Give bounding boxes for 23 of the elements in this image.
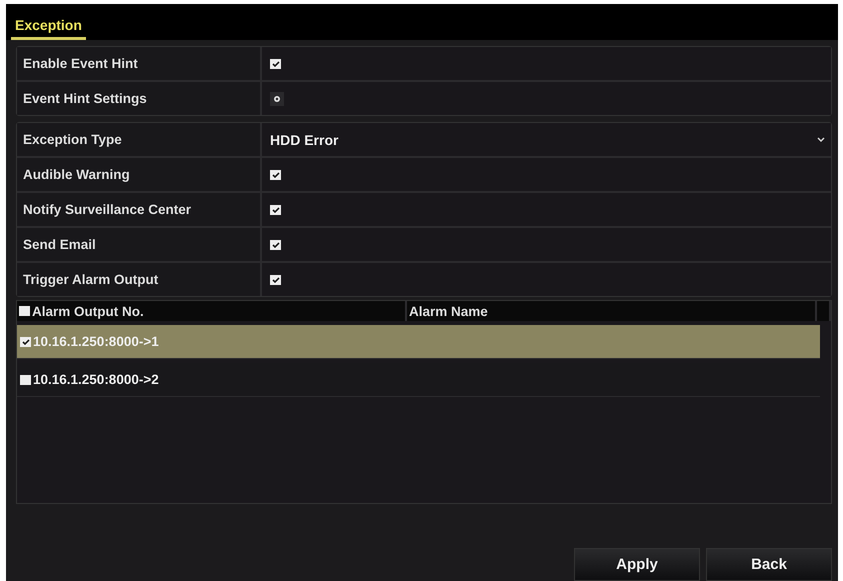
checkbox[interactable] [270,274,281,284]
checkbox[interactable] [270,240,281,250]
output-cell: 10.16.1.250:8000->1 [33,334,159,349]
column-header: Alarm Name [409,304,488,318]
checkbox[interactable] [20,336,31,346]
setting-label: Exception Type [17,123,262,156]
setting-label: Event Hint Settings [17,82,262,115]
output-cell: 10.16.1.250:8000->2 [33,372,159,387]
setting-label: Enable Event Hint [17,47,262,80]
dropdown-value: HDD Error [270,132,338,148]
checkbox[interactable] [270,170,281,180]
checkbox[interactable] [19,306,30,316]
checkbox[interactable] [20,374,31,384]
checkbox[interactable] [270,58,281,68]
back-button[interactable]: Back [706,548,832,581]
column-header: Alarm Output No. [32,304,144,318]
settings-button[interactable] [270,92,284,106]
chevron-down-icon [817,137,825,142]
apply-button[interactable]: Apply [574,548,700,581]
gear-icon [273,94,281,102]
setting-label: Trigger Alarm Output [17,263,262,296]
dropdown[interactable]: HDD Error [270,123,831,156]
checkbox[interactable] [270,204,281,214]
